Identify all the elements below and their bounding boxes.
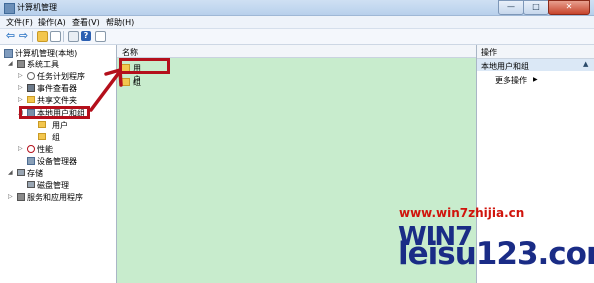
tree-item-label: 共享文件夹 (37, 96, 77, 105)
menu-help[interactable]: 帮助(H) (106, 17, 134, 28)
expand-icon[interactable]: ▷ (18, 84, 23, 91)
tree-item-label: 磁盘管理 (37, 181, 69, 190)
watermark-leisu-text: leisu123.com (398, 236, 594, 272)
actions-header: 操作 (477, 45, 594, 59)
storage-icon (17, 169, 25, 176)
performance-icon (27, 145, 35, 153)
tree-item-label: 计算机管理(本地) (15, 49, 78, 58)
expand-icon[interactable]: ▷ (18, 145, 23, 152)
watermark-site-text: www.win7zhijia.cn (399, 206, 525, 220)
title-bar: 计算机管理 — □ ✕ (0, 0, 594, 16)
expand-icon[interactable]: ▷ (8, 193, 13, 200)
more-actions-link[interactable]: 更多操作 ▶ (495, 75, 538, 86)
clock-icon (27, 72, 35, 80)
maximize-button[interactable]: □ (523, 0, 549, 15)
folder-icon (38, 121, 46, 128)
computer-icon (4, 49, 13, 58)
back-arrow-icon[interactable]: ⇦ (5, 30, 16, 42)
list-item-label: 组 (133, 78, 141, 87)
annotation-arrow (89, 68, 123, 112)
window-title: 计算机管理 (17, 3, 57, 12)
tree-item-label: 存储 (27, 169, 43, 178)
tree-item-label: 组 (52, 133, 60, 142)
minimize-button[interactable]: — (498, 0, 524, 15)
toolbar-separator (32, 31, 33, 42)
tree-item-label: 系统工具 (27, 60, 59, 69)
device-manager-icon (27, 157, 35, 165)
services-icon (17, 193, 25, 201)
tree-item-label: 任务计划程序 (37, 72, 85, 81)
more-actions-label: 更多操作 (495, 76, 527, 85)
tree-item-label: 服务和应用程序 (27, 193, 83, 202)
help-icon[interactable]: ? (81, 31, 91, 41)
tree-item-label: 事件查看器 (37, 84, 77, 93)
toolbar: ⇦ ⇨ ? (0, 29, 594, 45)
tree-item-label: 性能 (37, 145, 53, 154)
menu-action[interactable]: 操作(A) (38, 17, 66, 28)
up-folder-icon[interactable] (37, 31, 48, 42)
close-button[interactable]: ✕ (548, 0, 590, 15)
export-list-icon[interactable] (68, 31, 79, 42)
annotation-highlight-box (19, 106, 90, 119)
shared-folder-icon (27, 96, 35, 103)
column-header-name[interactable]: 名称 (117, 45, 476, 58)
expand-icon[interactable]: ▷ (18, 72, 23, 79)
tree-item-label: 用户 (52, 121, 68, 130)
menu-bar: 文件(F) 操作(A) 查看(V) 帮助(H) (0, 16, 594, 29)
menu-file[interactable]: 文件(F) (6, 17, 33, 28)
collapse-icon[interactable]: ◢ (8, 60, 13, 67)
actions-header-label: 操作 (481, 48, 497, 57)
folder-icon (38, 133, 46, 140)
properties-icon[interactable] (95, 31, 106, 42)
actions-section-label: 本地用户和组 (481, 62, 529, 71)
collapse-arrow-icon[interactable]: ▲ (583, 60, 588, 68)
show-hide-tree-icon[interactable] (50, 31, 61, 42)
column-header-label: 名称 (122, 48, 138, 57)
computer-management-icon (4, 3, 15, 14)
toolbar-separator (63, 31, 64, 42)
actions-section-local-users-groups[interactable]: 本地用户和组 ▲ (477, 59, 594, 71)
menu-view[interactable]: 查看(V) (72, 17, 100, 28)
tree-item-label: 设备管理器 (37, 157, 77, 166)
event-viewer-icon (27, 84, 35, 92)
submenu-arrow-icon: ▶ (533, 76, 538, 83)
collapse-icon[interactable]: ◢ (8, 169, 13, 176)
tools-icon (17, 60, 25, 68)
disk-icon (27, 181, 35, 188)
expand-icon[interactable]: ▷ (18, 96, 23, 103)
forward-arrow-icon[interactable]: ⇨ (18, 30, 29, 42)
